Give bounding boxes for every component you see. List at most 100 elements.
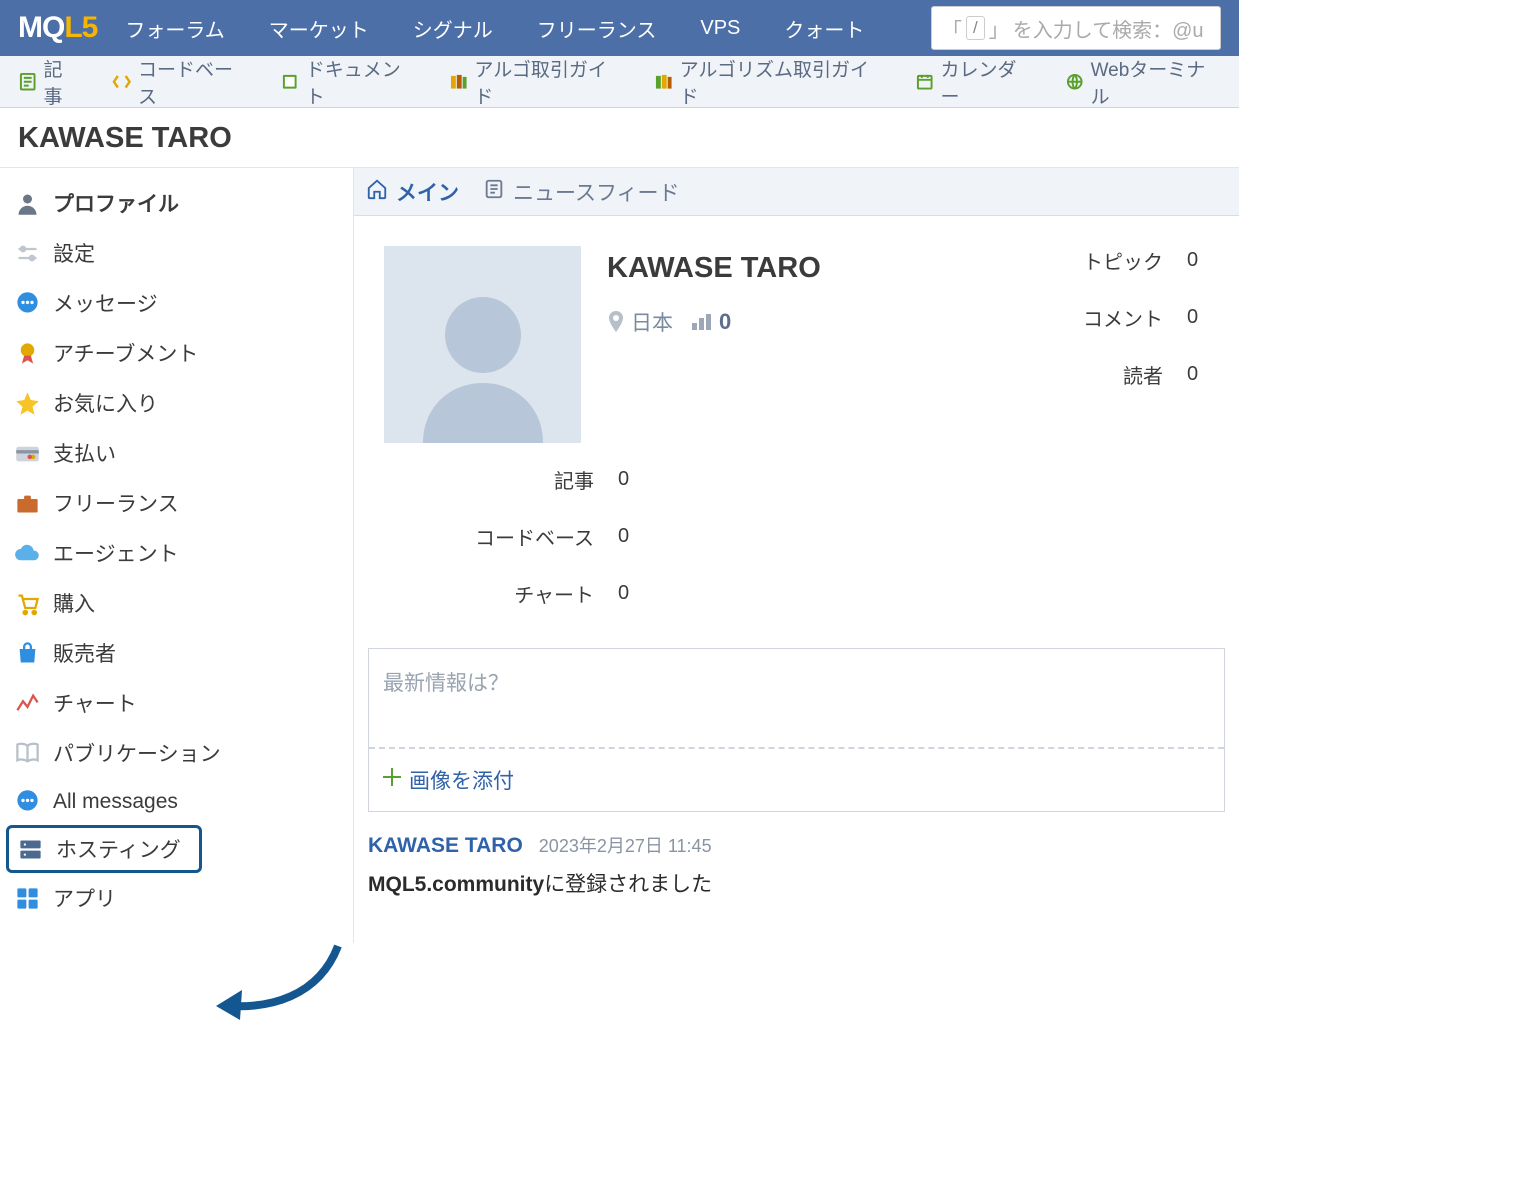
- secnav-algorithm-guide[interactable]: アルゴリズム取引ガイド: [654, 55, 883, 109]
- sidebar-item-agents[interactable]: エージェント: [0, 528, 353, 578]
- sidebar-item-purchases[interactable]: 購入: [0, 578, 353, 628]
- nav-forum[interactable]: フォーラム: [125, 14, 224, 43]
- feed-username[interactable]: KAWASE TARO: [368, 834, 523, 858]
- feed-text: MQL5.communityに登録されました: [368, 868, 1225, 898]
- sidebar-item-label: 販売者: [53, 638, 116, 668]
- attach-image-button[interactable]: 画像を添付: [369, 749, 1224, 811]
- code-icon: [112, 72, 132, 92]
- sidebar-item-label: アプリ: [53, 883, 116, 913]
- nav-signal[interactable]: シグナル: [413, 14, 493, 43]
- post-composer: 最新情報は？ 画像を添付: [368, 648, 1225, 812]
- secnav-label: アルゴリズム取引ガイド: [680, 55, 883, 109]
- stat-value: 0: [1187, 249, 1201, 272]
- sidebar-item-profile[interactable]: プロファイル: [0, 178, 353, 228]
- secnav-label: コードベース: [138, 55, 248, 109]
- home-icon: [366, 178, 388, 206]
- profile-meta: 日本 0: [607, 307, 1047, 337]
- sidebar-item-hosting[interactable]: ホスティング: [6, 825, 202, 873]
- sidebar-item-messages[interactable]: メッセージ: [0, 278, 353, 328]
- sidebar-item-label: プロファイル: [53, 188, 179, 218]
- sidebar-item-label: チャート: [53, 688, 137, 718]
- page-title: KAWASE TARO: [0, 108, 1239, 168]
- cart-icon: [14, 590, 41, 617]
- profile-stats-right: トピック0 コメント0 読者0: [1073, 246, 1209, 443]
- secondary-navigation: 記事 コードベース ドキュメント アルゴ取引ガイド アルゴリズム取引ガイド カレ…: [0, 56, 1239, 108]
- stat-value: 0: [1187, 363, 1201, 386]
- badge-icon: [14, 340, 41, 367]
- sidebar-item-achievements[interactable]: アチーブメント: [0, 328, 353, 378]
- star-icon: [14, 390, 41, 417]
- secnav-codebase[interactable]: コードベース: [112, 55, 248, 109]
- secnav-docs[interactable]: ドキュメント: [280, 55, 417, 109]
- person-icon: [14, 190, 41, 217]
- chat2-icon: [14, 788, 41, 815]
- feed-icon: [483, 178, 505, 206]
- secnav-webterminal[interactable]: Webターミナル: [1065, 55, 1221, 109]
- stat-value: 0: [618, 468, 632, 491]
- tab-newsfeed[interactable]: ニュースフィード: [483, 177, 680, 207]
- tab-main[interactable]: メイン: [366, 177, 459, 207]
- sidebar-item-label: 支払い: [53, 438, 116, 468]
- chart-icon: [14, 690, 41, 717]
- sidebar-item-label: エージェント: [53, 538, 179, 568]
- sidebar-item-label: 設定: [53, 238, 95, 268]
- sliders-icon: [14, 240, 41, 267]
- nav-market[interactable]: マーケット: [269, 14, 369, 43]
- stat-value: 0: [618, 582, 632, 605]
- avatar: [384, 246, 581, 443]
- sidebar-item-charts[interactable]: チャート: [0, 678, 353, 728]
- books2-icon: [654, 72, 674, 92]
- stat-label: 記事: [384, 465, 594, 494]
- profile-name: KAWASE TARO: [607, 252, 1047, 285]
- sidebar-item-label: メッセージ: [53, 288, 158, 318]
- tab-label: ニュースフィード: [513, 177, 680, 207]
- profile-card: KAWASE TARO 日本 0 トピック0 コメント0: [354, 216, 1239, 618]
- sidebar: プロファイル 設定 メッセージ アチーブメント お気に入り 支払い フリーランス: [0, 168, 354, 943]
- sidebar-item-label: フリーランス: [53, 488, 179, 518]
- secnav-label: ドキュメント: [306, 55, 417, 109]
- sidebar-item-apps[interactable]: アプリ: [0, 873, 353, 923]
- secnav-calendar[interactable]: カレンダー: [915, 55, 1033, 109]
- sidebar-item-all-messages[interactable]: All messages: [0, 778, 353, 825]
- briefcase-icon: [14, 490, 41, 517]
- book-icon: [280, 72, 300, 92]
- nav-freelance[interactable]: フリーランス: [537, 14, 657, 43]
- profile-rank: 0: [691, 309, 731, 335]
- secnav-label: アルゴ取引ガイド: [474, 55, 622, 109]
- chat-icon: [14, 290, 41, 317]
- sidebar-item-label: ホスティング: [56, 834, 181, 864]
- feed-timestamp: 2023年2月27日 11:45: [539, 832, 712, 858]
- top-navigation: MQL5 フォーラム マーケット シグナル フリーランス VPS クォート 「/…: [0, 0, 1239, 56]
- cloud-icon: [14, 540, 41, 567]
- secnav-articles[interactable]: 記事: [18, 55, 80, 109]
- bag-icon: [14, 640, 41, 667]
- stat-label: コメント: [1073, 303, 1163, 332]
- sidebar-item-favorites[interactable]: お気に入り: [0, 378, 353, 428]
- secnav-label: 記事: [43, 55, 80, 109]
- secnav-label: Webターミナル: [1091, 55, 1221, 109]
- logo[interactable]: MQL5: [18, 11, 97, 45]
- books-icon: [449, 72, 469, 92]
- stat-value: 0: [1187, 306, 1201, 329]
- sidebar-item-freelance[interactable]: フリーランス: [0, 478, 353, 528]
- sidebar-item-settings[interactable]: 設定: [0, 228, 353, 278]
- sidebar-item-label: お気に入り: [53, 388, 158, 418]
- sidebar-item-payments[interactable]: 支払い: [0, 428, 353, 478]
- stat-label: 読者: [1073, 360, 1163, 389]
- secnav-algo-guide[interactable]: アルゴ取引ガイド: [449, 55, 622, 109]
- apps-icon: [14, 885, 41, 912]
- sidebar-item-label: パブリケーション: [53, 738, 221, 768]
- attach-label: 画像を添付: [409, 765, 514, 795]
- sidebar-item-publications[interactable]: パブリケーション: [0, 728, 353, 778]
- search-box[interactable]: 「/」を入力して検索：@u: [931, 6, 1221, 50]
- feed-entry: KAWASE TARO 2023年2月27日 11:45 MQL5.commun…: [354, 812, 1239, 898]
- sidebar-item-seller[interactable]: 販売者: [0, 628, 353, 678]
- stat-label: コードベース: [384, 522, 594, 551]
- sidebar-item-label: アチーブメント: [53, 338, 198, 368]
- profile-location: 日本: [607, 307, 673, 337]
- calendar-icon: [915, 72, 935, 92]
- composer-input[interactable]: 最新情報は？: [369, 649, 1224, 749]
- tab-label: メイン: [396, 177, 459, 207]
- nav-quotes[interactable]: クォート: [784, 14, 864, 43]
- nav-vps[interactable]: VPS: [700, 17, 740, 40]
